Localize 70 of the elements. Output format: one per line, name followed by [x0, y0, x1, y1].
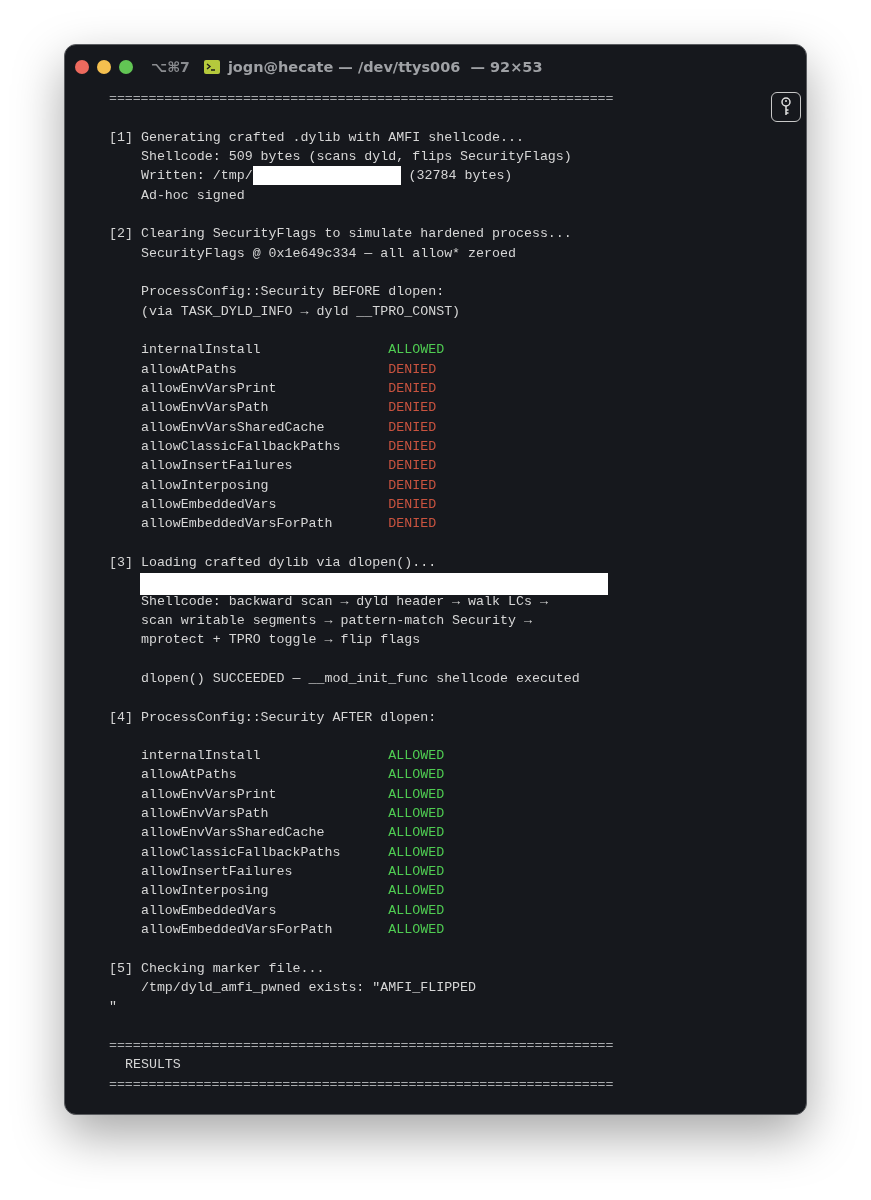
flag-name: allowEmbeddedVars [139, 901, 278, 920]
output-line: SecurityFlags @ 0x1e649c334 — all allow* zeroed [139, 244, 516, 263]
output-line: RESULTS [123, 1056, 181, 1075]
flag-status: ALLOWED [388, 863, 445, 882]
flag-status: ALLOWED [388, 805, 445, 824]
flag-status: DENIED [388, 437, 437, 456]
flag-name: allowEnvVarsPrint [139, 785, 278, 804]
window-title: jogn@hecate — /dev/ttys006 — 92×53 [227, 59, 543, 75]
flag-status: ALLOWED [388, 921, 445, 940]
key-icon [780, 97, 792, 117]
output-line: scan writable segments → pattern-match Security → [139, 611, 532, 630]
output-line: " [109, 998, 117, 1017]
flag-status: ALLOWED [388, 747, 445, 766]
flag-name: allowInsertFailures [139, 863, 294, 882]
output-line: Shellcode: 509 bytes (scans dyld, flips SecurityFlags) [139, 148, 572, 166]
flag-name: allowClassicFallbackPaths [139, 843, 342, 862]
output-line: Written: /tmp/ [139, 167, 253, 186]
flag-name: allowInterposing [139, 476, 270, 495]
flag-name: allowEnvVarsSharedCache [139, 418, 326, 437]
output-line: (via TASK_DYLD_INFO → dyld __TPRO_CONST) [139, 302, 461, 321]
output-line: Shellcode: backward scan → dyld header → walk LCs → [139, 592, 548, 611]
flag-name: allowEmbeddedVarsForPath [139, 515, 334, 534]
output-line: [1] Generating crafted .dylib with AMFI shellcode... [109, 128, 524, 147]
key-button[interactable] [771, 92, 801, 122]
minimize-button[interactable] [97, 60, 111, 74]
output-line: [3] Loading crafted dylib via dlopen()... [109, 553, 437, 572]
flag-status: DENIED [388, 495, 437, 514]
output-line: Ad-hoc signed [139, 186, 245, 205]
flag-status: ALLOWED [388, 785, 445, 804]
flag-name: internalInstall [139, 747, 262, 766]
flag-status: ALLOWED [388, 341, 445, 360]
flag-status: DENIED [388, 360, 437, 379]
window-shortcut: ⌥⌘7 [151, 59, 190, 75]
flag-name: allowInsertFailures [139, 457, 294, 476]
separator-line: ================================================================ [109, 1075, 614, 1094]
separator-line: ================================================================ [109, 1037, 614, 1056]
output-line: /tmp/dyld_amfi_pwned exists: "AMFI_FLIPPED [139, 979, 477, 998]
flag-name: allowClassicFallbackPaths [139, 437, 342, 456]
flag-status: DENIED [388, 379, 437, 398]
output-line: [2] Clearing SecurityFlags to simulate hardened process... [109, 225, 572, 244]
flag-status: DENIED [388, 399, 437, 418]
flag-name: allowEnvVarsPath [139, 399, 270, 418]
flag-status: ALLOWED [388, 766, 445, 785]
output-line: dlopen() SUCCEEDED — __mod_init_func shellcode executed [139, 669, 580, 688]
flag-name: allowAtPaths [139, 360, 238, 379]
output-line: ProcessConfig::Security BEFORE dlopen: [139, 283, 445, 302]
flag-status: ALLOWED [388, 882, 445, 901]
output-line: [4] ProcessConfig::Security AFTER dlopen: [109, 708, 437, 727]
flag-status: ALLOWED [388, 901, 445, 920]
flag-status: ALLOWED [388, 824, 445, 843]
close-button[interactable] [75, 60, 89, 74]
output-line: (32784 bytes) [407, 167, 513, 186]
flag-status: DENIED [388, 515, 437, 534]
flag-name: allowEnvVarsPrint [139, 379, 278, 398]
output-line: [5] Checking marker file... [109, 959, 325, 978]
zoom-button[interactable] [119, 60, 133, 74]
flag-name: allowInterposing [139, 882, 270, 901]
flag-status: DENIED [388, 476, 437, 495]
flag-name: allowEnvVarsPath [139, 805, 270, 824]
flag-status: DENIED [388, 457, 437, 476]
terminal-icon [203, 60, 220, 74]
flag-status: ALLOWED [388, 843, 445, 862]
output-line: mprotect + TPRO toggle → flip flags [139, 631, 421, 650]
flag-name: allowEnvVarsSharedCache [139, 824, 326, 843]
flag-status: DENIED [388, 418, 437, 437]
separator-line: ================================================================ [109, 90, 614, 108]
flag-name: allowEmbeddedVarsForPath [139, 921, 334, 940]
flag-name: internalInstall [139, 341, 262, 360]
flag-name: allowEmbeddedVars [139, 495, 278, 514]
flag-name: allowAtPaths [139, 766, 238, 785]
